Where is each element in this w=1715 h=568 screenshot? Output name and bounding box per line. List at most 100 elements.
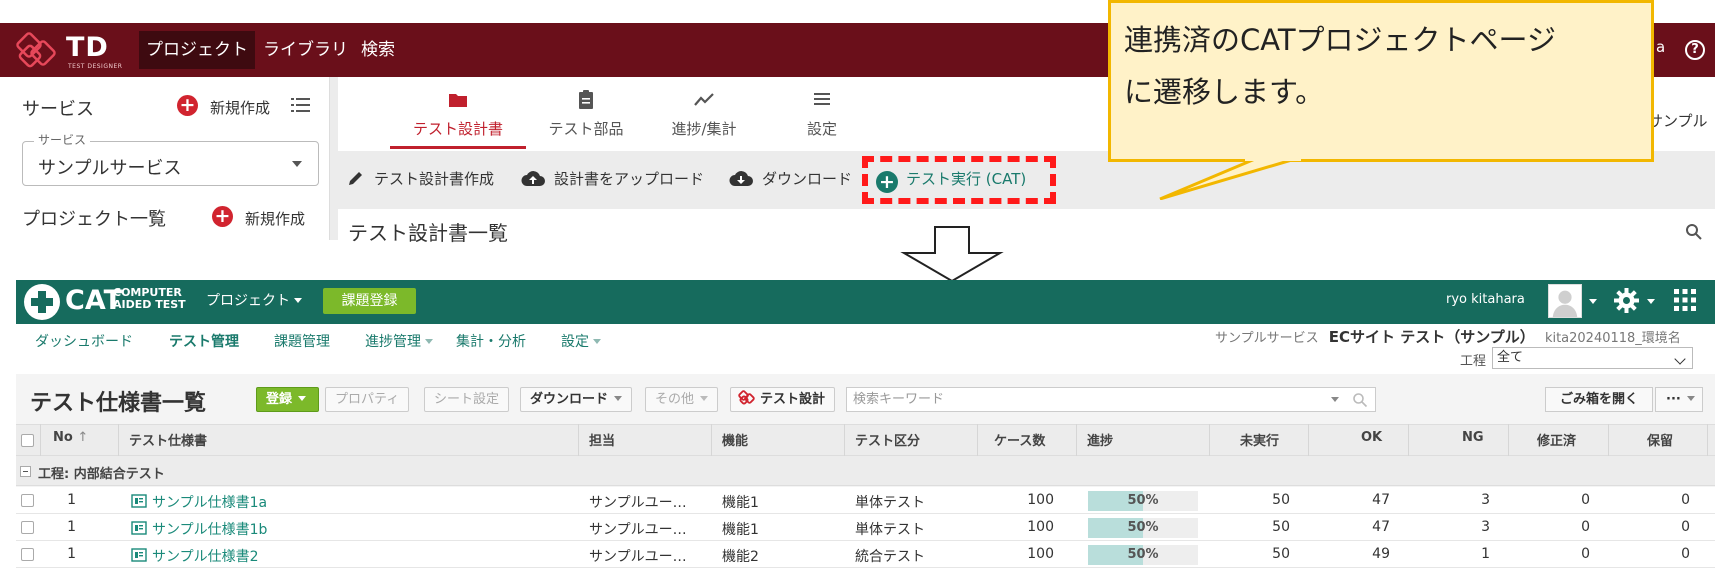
cat-logo-sub2: AIDED TEST <box>113 298 186 311</box>
sheet-settings-button[interactable]: シート設定 <box>424 387 510 412</box>
new-service-button[interactable]: 新規作成 <box>210 97 270 118</box>
more-button[interactable]: ··· <box>1655 387 1703 412</box>
col-pending[interactable]: 未実行 <box>1240 430 1279 449</box>
clipboard-icon <box>579 90 593 109</box>
create-design-button[interactable]: テスト設計書作成 <box>346 168 494 189</box>
td-logo[interactable]: TD TEST DESIGNER <box>14 30 126 72</box>
process-select[interactable]: 全て <box>1492 347 1693 369</box>
search-icon[interactable] <box>1685 223 1703 241</box>
col-progress[interactable]: 進捗 <box>1087 430 1113 449</box>
td-user-name[interactable]: a <box>1656 38 1665 56</box>
cell-fixed: 0 <box>1581 546 1590 562</box>
progress-bar: 50% <box>1088 518 1198 538</box>
callout-pointer <box>1159 155 1301 200</box>
breadcrumb: サンプルサービス ECサイト テスト（サンプル） kita20240118_環境… <box>1215 326 1681 347</box>
more-label: ··· <box>1666 392 1681 407</box>
col-hold[interactable]: 保留 <box>1647 430 1673 449</box>
cell-ng: 3 <box>1481 492 1490 508</box>
new-project-button[interactable]: 新規作成 <box>245 208 305 229</box>
cloud-download-icon <box>729 171 753 186</box>
td-nav-search[interactable]: 検索 <box>354 31 402 69</box>
cell-hold: 0 <box>1681 492 1690 508</box>
td-nav-project[interactable]: プロジェクト <box>139 31 255 69</box>
add-project-icon[interactable]: + <box>212 206 233 227</box>
spec-document-icon <box>131 494 147 508</box>
issue-register-button[interactable]: 課題登録 <box>323 288 416 314</box>
column-divider <box>711 424 712 456</box>
spec-link[interactable]: サンプル仕様書1b <box>152 519 267 539</box>
col-fixed[interactable]: 修正済 <box>1537 430 1576 449</box>
select-all-checkbox[interactable] <box>21 434 34 447</box>
column-divider <box>1076 424 1077 456</box>
cell-cases: 100 <box>1027 519 1054 535</box>
tab-test-parts[interactable]: テスト部品 <box>522 88 650 139</box>
callout-line-2: に遷移します。 <box>1124 75 1325 109</box>
cell-owner: サンプルユー… <box>589 549 687 565</box>
active-tab-indicator <box>390 146 526 149</box>
caret-down-icon <box>1686 396 1695 401</box>
caret-down-icon[interactable] <box>1331 397 1339 402</box>
col-owner[interactable]: 担当 <box>589 430 615 449</box>
subnav-analysis[interactable]: 集計・分析 <box>456 331 526 351</box>
upload-design-button[interactable]: 設計書をアップロード <box>520 168 704 189</box>
group-label: 工程: 内部結合テスト <box>38 467 165 482</box>
test-design-button[interactable]: テスト設計 <box>730 387 836 412</box>
cell-owner: サンプルユー… <box>589 522 687 538</box>
sort-up-arrow-icon: ↑ <box>77 430 89 445</box>
folder-icon <box>449 94 467 107</box>
cat-project-menu[interactable]: プロジェクト <box>206 290 302 310</box>
search-input[interactable]: 検索キーワード <box>846 387 1376 412</box>
caret-down-icon[interactable] <box>1647 299 1655 304</box>
subnav-dashboard[interactable]: ダッシュボード <box>35 331 133 351</box>
create-design-label: テスト設計書作成 <box>374 170 495 188</box>
tab-test-design[interactable]: テスト設計書 <box>394 88 522 139</box>
help-icon[interactable]: ? <box>1685 40 1705 60</box>
cell-feature: 機能2 <box>722 549 759 565</box>
list-icon[interactable] <box>291 98 310 113</box>
td-nav-library[interactable]: ライブラリ <box>256 31 355 69</box>
process-label: 工程 <box>1460 354 1487 369</box>
col-no[interactable]: No ↑ <box>53 430 88 445</box>
cat-user-name[interactable]: ryo kitahara <box>1446 292 1525 307</box>
tab-progress[interactable]: 進捗/集計 <box>640 88 768 139</box>
cat-download-button[interactable]: ダウンロード <box>520 387 633 412</box>
cell-cases: 100 <box>1027 492 1054 508</box>
gear-icon[interactable] <box>1613 287 1640 314</box>
register-button[interactable]: 登録 <box>256 387 319 412</box>
col-ok[interactable]: OK <box>1361 430 1382 445</box>
group-row[interactable] <box>16 456 1715 486</box>
td-logo-mark-icon <box>16 32 56 68</box>
spec-link[interactable]: サンプル仕様書2 <box>152 546 259 566</box>
progress-text: 50% <box>1127 493 1159 508</box>
open-trash-button[interactable]: ごみ箱を開く <box>1545 387 1653 412</box>
cell-type: 統合テスト <box>855 549 925 565</box>
col-test-type[interactable]: テスト区分 <box>855 430 920 449</box>
service-select-value: サンプルサービス <box>38 158 182 179</box>
subnav-progress-management[interactable]: 進捗管理 <box>365 331 433 351</box>
add-service-icon[interactable]: + <box>177 95 198 116</box>
col-cases[interactable]: ケース数 <box>994 430 1045 449</box>
tab-label: テスト設計書 <box>412 120 503 138</box>
column-divider <box>1408 424 1409 456</box>
col-ng[interactable]: NG <box>1462 430 1484 445</box>
spec-link[interactable]: サンプル仕様書1a <box>152 492 267 512</box>
col-spec[interactable]: テスト仕様書 <box>129 430 207 449</box>
cell-fixed: 0 <box>1581 492 1590 508</box>
test-design-label: テスト設計 <box>760 392 826 407</box>
other-button[interactable]: その他 <box>645 387 719 412</box>
collapse-icon[interactable] <box>20 466 31 477</box>
col-feature[interactable]: 機能 <box>722 430 748 449</box>
caret-down-icon[interactable] <box>1589 299 1597 304</box>
avatar-icon[interactable] <box>1548 284 1582 318</box>
apps-grid-icon[interactable] <box>1673 288 1697 312</box>
search-icon[interactable] <box>1352 392 1368 408</box>
caret-down-icon <box>425 339 433 344</box>
subnav-test-management[interactable]: テスト管理 <box>169 331 239 351</box>
download-button[interactable]: ダウンロード <box>728 168 852 189</box>
property-button[interactable]: プロパティ <box>325 387 410 412</box>
td-brand-sub: TEST DESIGNER <box>68 63 123 70</box>
subnav-settings[interactable]: 設定 <box>561 331 601 351</box>
tab-settings[interactable]: 設定 <box>758 88 886 139</box>
cell-ok: 47 <box>1372 492 1390 508</box>
subnav-issue-management[interactable]: 課題管理 <box>274 331 330 351</box>
